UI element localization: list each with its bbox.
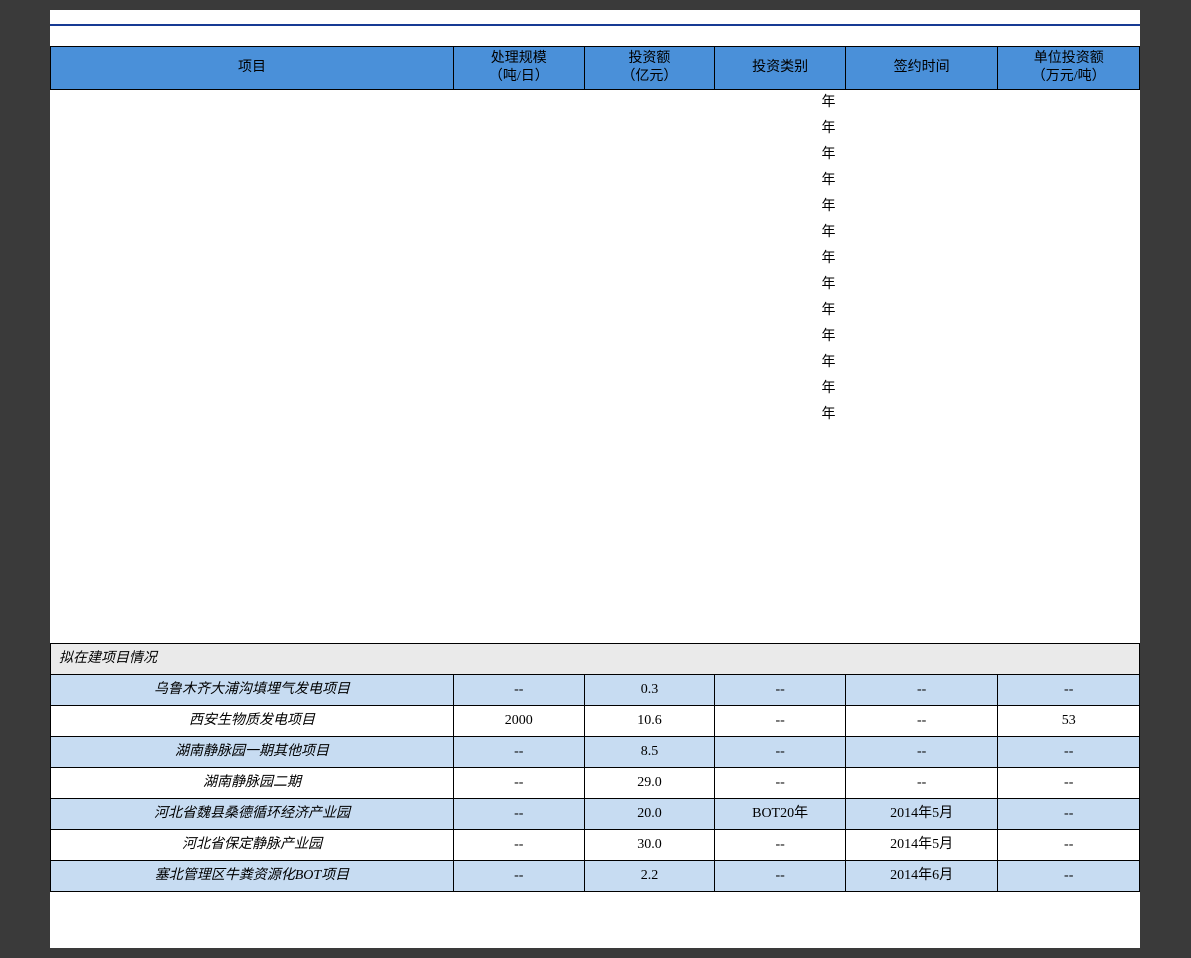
- top-table-section: 项目 处理规模 （吨/日） 投资额 （亿元） 投资类别 签约时间 单位投资额 （…: [50, 46, 1140, 428]
- top-rule: [50, 24, 1140, 26]
- cell-unit: --: [998, 830, 1140, 861]
- table-row: 西安生物质发电项目 2000 10.6 -- -- 53: [51, 706, 1140, 737]
- cell-investment: 20.0: [584, 799, 715, 830]
- cell-scale: --: [453, 675, 584, 706]
- table-row: 湖南静脉园二期 -- 29.0 -- -- --: [51, 768, 1140, 799]
- cell-scale: --: [453, 737, 584, 768]
- cell-type: --: [715, 706, 846, 737]
- header-unit-line2: （万元/吨）: [1032, 69, 1106, 84]
- cell-date: 2014年6月: [845, 861, 997, 892]
- cell-type: --: [715, 830, 846, 861]
- cell-project: 湖南静脉园一期其他项目: [51, 737, 454, 768]
- cell-date: --: [845, 706, 997, 737]
- cell-scale: 2000: [453, 706, 584, 737]
- header-type: 投资类别: [715, 47, 846, 90]
- cell-scale: --: [453, 799, 584, 830]
- cell-date: 2014年5月: [845, 830, 997, 861]
- cell-scale: --: [453, 861, 584, 892]
- obscured-nian: 年: [715, 168, 846, 194]
- obscured-nian: 年: [715, 350, 846, 376]
- obscured-nian: 年: [715, 376, 846, 402]
- document-page: 项目 处理规模 （吨/日） 投资额 （亿元） 投资类别 签约时间 单位投资额 （…: [50, 10, 1140, 948]
- obscured-nian: 年: [715, 402, 846, 428]
- obscured-nian: 年: [715, 298, 846, 324]
- cell-type: --: [715, 675, 846, 706]
- cell-date: 2014年5月: [845, 799, 997, 830]
- main-table: 项目 处理规模 （吨/日） 投资额 （亿元） 投资类别 签约时间 单位投资额 （…: [50, 46, 1140, 428]
- table-row: 乌鲁木齐大浦沟填埋气发电项目 -- 0.3 -- -- --: [51, 675, 1140, 706]
- section2-header-row: 拟在建项目情况: [51, 644, 1140, 675]
- cell-project: 河北省保定静脉产业园: [51, 830, 454, 861]
- middle-gap: [50, 428, 1140, 643]
- header-scale-line1: 处理规模: [491, 51, 547, 66]
- cell-unit: --: [998, 737, 1140, 768]
- cell-type: BOT20年: [715, 799, 846, 830]
- cell-unit: --: [998, 768, 1140, 799]
- cell-unit: 53: [998, 706, 1140, 737]
- section2-title: 拟在建项目情况: [51, 644, 1140, 675]
- cell-date: --: [845, 768, 997, 799]
- cell-unit: --: [998, 675, 1140, 706]
- section2-table: 拟在建项目情况 乌鲁木齐大浦沟填埋气发电项目 -- 0.3 -- -- -- 西…: [50, 643, 1140, 892]
- cell-date: --: [845, 675, 997, 706]
- header-investment: 投资额 （亿元）: [584, 47, 715, 90]
- cell-scale: --: [453, 768, 584, 799]
- obscured-nian: 年: [715, 324, 846, 350]
- table-row: 塞北管理区牛粪资源化BOT项目 -- 2.2 -- 2014年6月 --: [51, 861, 1140, 892]
- obscured-rows-body: 年 年 年 年 年 年 年 年 年 年 年 年 年: [51, 90, 1140, 429]
- cell-investment: 8.5: [584, 737, 715, 768]
- obscured-nian: 年: [715, 272, 846, 298]
- obscured-nian: 年: [715, 90, 846, 117]
- cell-project: 乌鲁木齐大浦沟填埋气发电项目: [51, 675, 454, 706]
- obscured-nian: 年: [715, 116, 846, 142]
- header-scale: 处理规模 （吨/日）: [453, 47, 584, 90]
- header-investment-line2: （亿元）: [621, 69, 677, 84]
- header-investment-line1: 投资额: [628, 51, 670, 66]
- cell-unit: --: [998, 861, 1140, 892]
- cell-investment: 2.2: [584, 861, 715, 892]
- header-unit-line1: 单位投资额: [1034, 51, 1104, 66]
- table-header-row: 项目 处理规模 （吨/日） 投资额 （亿元） 投资类别 签约时间 单位投资额 （…: [51, 47, 1140, 90]
- cell-investment: 29.0: [584, 768, 715, 799]
- obscured-nian: 年: [715, 194, 846, 220]
- cell-project: 塞北管理区牛粪资源化BOT项目: [51, 861, 454, 892]
- header-date: 签约时间: [845, 47, 997, 90]
- obscured-nian: 年: [715, 142, 846, 168]
- cell-investment: 30.0: [584, 830, 715, 861]
- cell-type: --: [715, 737, 846, 768]
- header-unit-investment: 单位投资额 （万元/吨）: [998, 47, 1140, 90]
- obscured-nian: 年: [715, 220, 846, 246]
- header-scale-line2: （吨/日）: [489, 69, 549, 84]
- cell-type: --: [715, 861, 846, 892]
- cell-investment: 10.6: [584, 706, 715, 737]
- table-row: 河北省魏县桑德循环经济产业园 -- 20.0 BOT20年 2014年5月 --: [51, 799, 1140, 830]
- cell-unit: --: [998, 799, 1140, 830]
- table-row: 河北省保定静脉产业园 -- 30.0 -- 2014年5月 --: [51, 830, 1140, 861]
- cell-scale: --: [453, 830, 584, 861]
- cell-date: --: [845, 737, 997, 768]
- cell-type: --: [715, 768, 846, 799]
- obscured-nian: 年: [715, 246, 846, 272]
- table-row: 湖南静脉园一期其他项目 -- 8.5 -- -- --: [51, 737, 1140, 768]
- cell-project: 湖南静脉园二期: [51, 768, 454, 799]
- header-project: 项目: [51, 47, 454, 90]
- cell-investment: 0.3: [584, 675, 715, 706]
- cell-project: 河北省魏县桑德循环经济产业园: [51, 799, 454, 830]
- cell-project: 西安生物质发电项目: [51, 706, 454, 737]
